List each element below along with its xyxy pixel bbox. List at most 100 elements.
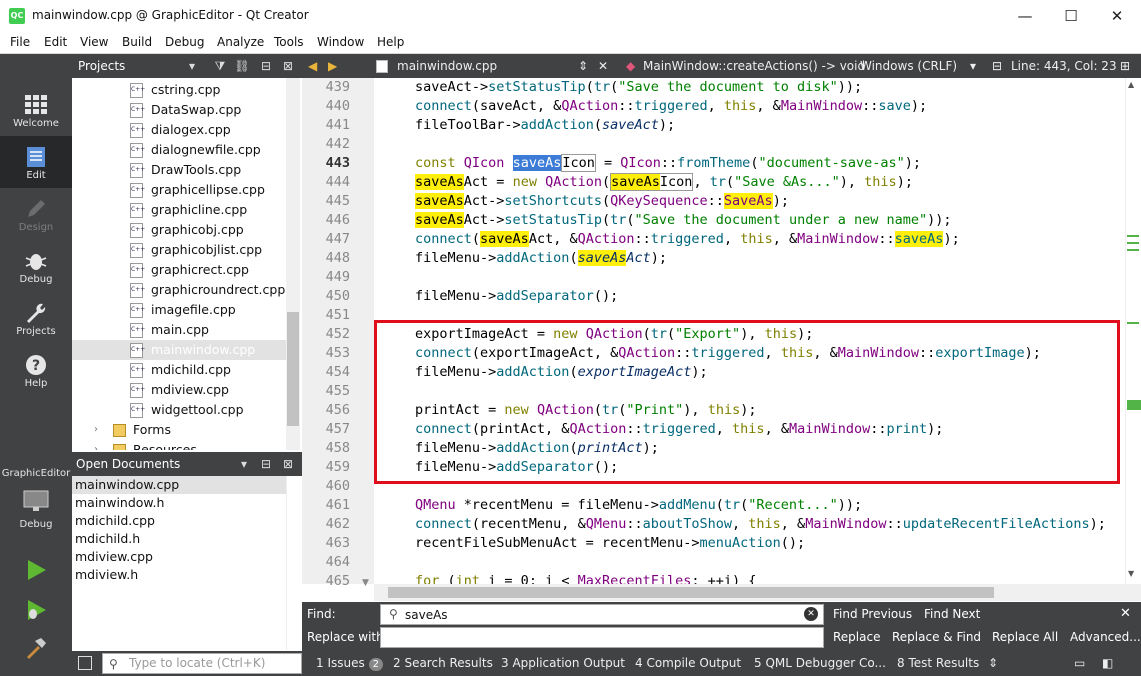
line-number: 446 bbox=[325, 212, 350, 228]
menu-debug[interactable]: Debug bbox=[165, 35, 204, 49]
project-tree-scroll-thumb[interactable] bbox=[287, 312, 299, 426]
menu-edit[interactable]: Edit bbox=[44, 35, 67, 49]
find-next-button[interactable]: Find Next bbox=[924, 607, 980, 621]
build-hammer-icon[interactable] bbox=[24, 636, 48, 660]
replace-button[interactable]: Replace bbox=[833, 630, 880, 644]
clear-search-icon[interactable]: ✕ bbox=[804, 607, 818, 621]
project-file-item[interactable]: C++ mdichild.cpp bbox=[72, 360, 286, 380]
line-ending-chevron-down-icon[interactable]: ▾ bbox=[970, 59, 976, 73]
menu-help[interactable]: Help bbox=[377, 35, 404, 49]
function-selector[interactable]: MainWindow::createActions() -> void bbox=[643, 59, 865, 73]
chevron-down-icon[interactable]: ▾ bbox=[236, 456, 252, 472]
split-icon[interactable]: ⊟ bbox=[258, 58, 274, 74]
close-pane-icon[interactable]: ⊠ bbox=[280, 456, 296, 472]
expand-arrow-icon[interactable]: › bbox=[94, 420, 98, 440]
split-icon[interactable]: ⊟ bbox=[258, 456, 274, 472]
output-pane-application-output[interactable]: 3 Application Output bbox=[501, 656, 625, 670]
editor-vertical-scrollbar[interactable]: ▲ ▼ bbox=[1125, 78, 1141, 584]
project-file-item[interactable]: C++ graphicline.cpp bbox=[72, 200, 286, 220]
output-pane-compile-output[interactable]: 4 Compile Output bbox=[635, 656, 741, 670]
close-window-button[interactable]: ✕ bbox=[1094, 0, 1140, 32]
file-chevron-down-icon[interactable]: ⇕ bbox=[578, 59, 588, 73]
locator-input[interactable]: ⚲ Type to locate (Ctrl+K) bbox=[102, 653, 302, 674]
scroll-down-icon[interactable]: ▼ bbox=[1128, 569, 1134, 578]
more-panes-icon[interactable]: ⇕ bbox=[988, 656, 998, 670]
menu-view[interactable]: View bbox=[80, 35, 108, 49]
output-pane-issues[interactable]: 1 Issues 2 bbox=[316, 656, 383, 671]
open-document-item[interactable]: mdichild.h bbox=[75, 530, 140, 548]
split-icon[interactable]: ⊟ bbox=[992, 59, 1002, 73]
toggle-output-icon[interactable]: ◧ bbox=[1102, 656, 1113, 670]
fold-marker-icon[interactable]: ▼ bbox=[362, 578, 369, 588]
open-documents-title[interactable]: Open Documents bbox=[76, 457, 180, 471]
output-pane-search-results[interactable]: 2 Search Results bbox=[393, 656, 493, 670]
find-previous-button[interactable]: Find Previous bbox=[833, 607, 912, 621]
current-file-selector[interactable]: mainwindow.cpp bbox=[397, 59, 497, 73]
find-input[interactable]: ⚲ saveAs ✕ bbox=[380, 604, 824, 625]
toggle-sidebar-icon[interactable] bbox=[78, 656, 92, 670]
menu-build[interactable]: Build bbox=[122, 35, 152, 49]
filter-icon[interactable]: ⧩ bbox=[212, 58, 228, 74]
replace-all-button[interactable]: Replace All bbox=[992, 630, 1058, 644]
progress-details-icon[interactable]: ▭ bbox=[1074, 656, 1085, 670]
split-vertical-icon[interactable]: ⊞ bbox=[1120, 59, 1130, 73]
output-pane-test-results[interactable]: 8 Test Results bbox=[897, 656, 979, 670]
project-file-item[interactable]: C++ main.cpp bbox=[72, 320, 286, 340]
advanced-button[interactable]: Advanced... bbox=[1070, 630, 1141, 644]
project-file-item[interactable]: C++ imagefile.cpp bbox=[72, 300, 286, 320]
open-document-item[interactable]: mdiview.cpp bbox=[75, 548, 153, 566]
projects-panel-title[interactable]: Projects bbox=[78, 59, 125, 73]
project-file-item[interactable]: C++ graphicrect.cpp bbox=[72, 260, 286, 280]
link-icon[interactable]: ⛓ bbox=[234, 58, 250, 74]
menu-window[interactable]: Window bbox=[317, 35, 364, 49]
menu-analyze[interactable]: Analyze bbox=[217, 35, 264, 49]
open-documents-scrollbar[interactable] bbox=[286, 476, 300, 650]
project-file-item[interactable]: C++ widgettool.cpp bbox=[72, 400, 286, 420]
maximize-button[interactable]: ☐ bbox=[1048, 0, 1094, 32]
mode-debug[interactable]: Debug bbox=[0, 240, 72, 292]
mode-design[interactable]: Design bbox=[0, 188, 72, 240]
run-icon[interactable] bbox=[24, 558, 48, 582]
chevron-down-icon[interactable]: ▾ bbox=[184, 58, 200, 74]
minimize-button[interactable]: — bbox=[1002, 0, 1048, 32]
open-document-item[interactable]: mainwindow.h bbox=[75, 494, 164, 512]
editor-horizontal-scroll-thumb[interactable] bbox=[388, 587, 994, 598]
close-find-icon[interactable]: ✕ bbox=[1120, 606, 1131, 621]
back-arrow-icon[interactable]: ◀ bbox=[308, 59, 317, 73]
project-file-item[interactable]: C++ DataSwap.cpp bbox=[72, 100, 286, 120]
project-file-item[interactable]: C++ DrawTools.cpp bbox=[72, 160, 286, 180]
project-file-item[interactable]: C++ mdiview.cpp bbox=[72, 380, 286, 400]
project-file-item[interactable]: C++ cstring.cpp bbox=[72, 80, 286, 100]
replace-and-find-button[interactable]: Replace & Find bbox=[892, 630, 981, 644]
open-document-item[interactable]: mainwindow.cpp bbox=[75, 476, 179, 494]
output-pane-qml-debugger[interactable]: 5 QML Debugger Co... bbox=[754, 656, 886, 670]
open-document-item[interactable]: mdiview.h bbox=[75, 566, 138, 584]
project-file-item[interactable]: C++ mainwindow.cpp bbox=[72, 340, 286, 360]
expand-arrow-icon[interactable]: › bbox=[94, 440, 98, 450]
project-file-item[interactable]: C++ dialognewfile.cpp bbox=[72, 140, 286, 160]
scroll-up-icon[interactable]: ▲ bbox=[1128, 80, 1134, 89]
cursor-position[interactable]: Line: 443, Col: 23 bbox=[1011, 59, 1117, 73]
mode-help[interactable]: ? Help bbox=[0, 344, 72, 396]
mode-edit[interactable]: Edit bbox=[0, 136, 72, 188]
forward-arrow-icon[interactable]: ▶ bbox=[328, 59, 337, 73]
project-file-item[interactable]: C++ graphicobj.cpp bbox=[72, 220, 286, 240]
open-document-item[interactable]: mdichild.cpp bbox=[75, 512, 155, 530]
replace-input[interactable] bbox=[380, 627, 824, 648]
project-file-item[interactable]: C++ dialogex.cpp bbox=[72, 120, 286, 140]
line-ending-selector[interactable]: Windows (CRLF) bbox=[860, 59, 957, 73]
project-file-item[interactable]: C++ graphicobjlist.cpp bbox=[72, 240, 286, 260]
project-file-item[interactable]: C++ graphicellipse.cpp bbox=[72, 180, 286, 200]
menu-tools[interactable]: Tools bbox=[274, 35, 304, 49]
close-file-icon[interactable]: ✕ bbox=[598, 59, 608, 73]
kit-selector[interactable]: Debug bbox=[0, 486, 72, 538]
close-pane-icon[interactable]: ⊠ bbox=[280, 58, 296, 74]
mode-welcome[interactable]: Welcome bbox=[0, 84, 72, 136]
project-file-item[interactable]: C++ graphicroundrect.cpp bbox=[72, 280, 286, 300]
debug-run-icon[interactable] bbox=[24, 598, 48, 622]
project-file-label: dialogex.cpp bbox=[151, 122, 231, 137]
mode-projects[interactable]: Projects bbox=[0, 292, 72, 344]
menu-file[interactable]: File bbox=[10, 35, 30, 49]
project-folder-item[interactable]: › Resources bbox=[72, 440, 286, 450]
project-folder-item[interactable]: › Forms bbox=[72, 420, 286, 440]
